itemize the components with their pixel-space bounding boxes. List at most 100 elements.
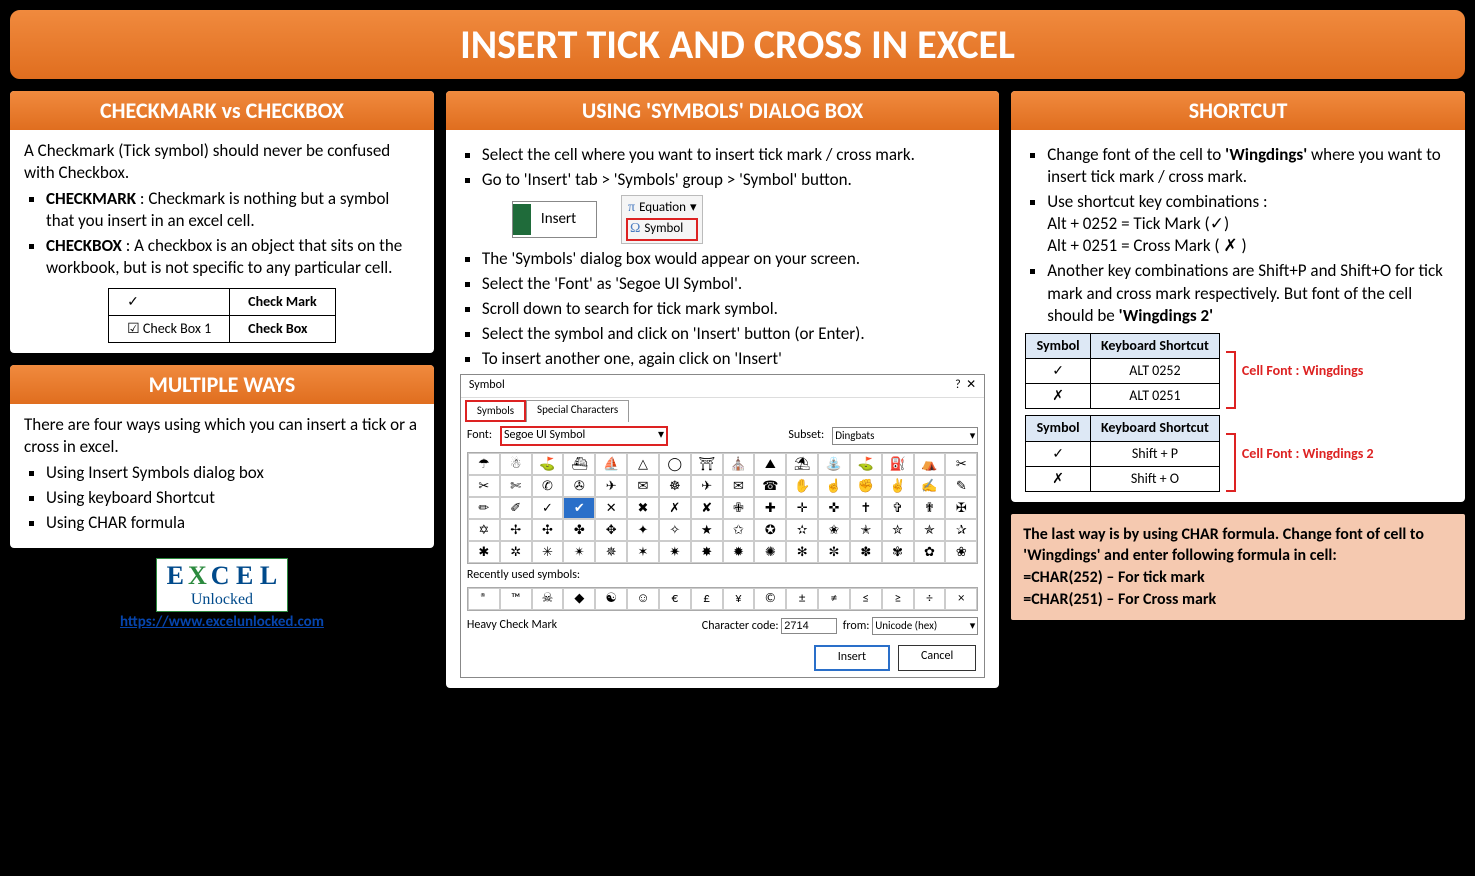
symbol-cell[interactable]: ✝ [850,497,882,519]
symbol-cell[interactable]: ✂ [468,475,500,497]
symbol-cell[interactable]: ✂ [945,453,977,475]
symbol-cell[interactable]: ✎ [945,475,977,497]
symbol-cell[interactable]: ✿ [914,541,946,563]
symbol-cell[interactable]: ⛩ [691,453,723,475]
symbol-cell[interactable]: ⛺ [914,453,946,475]
symbol-cell[interactable]: ✐ [500,497,532,519]
recent-symbol-cell[interactable]: ☠ [532,588,564,610]
symbol-cell[interactable]: ✙ [723,497,755,519]
cancel-button[interactable]: Cancel [898,645,976,671]
symbol-cell[interactable]: ✰ [945,519,977,541]
symbol-cell[interactable]: ✲ [500,541,532,563]
help-icon[interactable]: ? [955,378,961,392]
close-icon[interactable]: ✕ [966,378,976,392]
symbol-cell[interactable]: ✻ [786,541,818,563]
symbol-cell[interactable]: ✧ [659,519,691,541]
symbol-cell[interactable]: ✄ [500,475,532,497]
symbol-cell[interactable]: ✆ [532,475,564,497]
symbol-cell[interactable]: ✹ [723,541,755,563]
symbol-cell[interactable]: ✤ [563,519,595,541]
symbol-cell[interactable]: ☃ [500,453,532,475]
recent-symbol-cell[interactable]: ± [786,588,818,610]
recent-symbol-cell[interactable]: ≤ [850,588,882,610]
font-dropdown[interactable]: Segoe UI Symbol▾ [500,426,668,446]
symbol-cell[interactable]: ☂ [468,453,500,475]
symbol-cell[interactable]: ✺ [754,541,786,563]
symbol-cell[interactable]: ✢ [500,519,532,541]
symbol-cell[interactable]: ✇ [563,475,595,497]
symbol-cell[interactable]: ✩ [723,519,755,541]
ribbon-insert-tab[interactable]: Insert [512,201,597,239]
symbol-cell[interactable]: ✗ [659,497,691,519]
recent-symbol-cell[interactable]: ◆ [563,588,595,610]
symbol-cell[interactable]: ⛴ [563,453,595,475]
symbol-cell[interactable]: ⛳ [850,453,882,475]
symbol-cell[interactable]: ✈ [691,475,723,497]
symbol-cell[interactable]: ✊ [850,475,882,497]
recent-symbol-cell[interactable]: ≠ [818,588,850,610]
recent-symbol-cell[interactable]: × [945,588,977,610]
symbol-cell[interactable]: ✋ [786,475,818,497]
subset-dropdown[interactable]: Dingbats▾ [832,427,978,445]
tab-symbols[interactable]: Symbols [465,400,526,422]
recent-symbols[interactable]: ®™☠◆☯☺€£¥©±≠≤≥÷× [467,587,978,611]
symbol-cell[interactable]: ⛵ [595,453,627,475]
symbol-cell[interactable]: ✛ [786,497,818,519]
from-dropdown[interactable]: Unicode (hex)▾ [872,617,978,635]
symbol-cell[interactable]: ✼ [818,541,850,563]
symbol-cell[interactable]: ✟ [914,497,946,519]
symbol-cell[interactable]: ⛱ [786,453,818,475]
recent-symbol-cell[interactable]: € [659,588,691,610]
symbol-cell[interactable]: ✕ [595,497,627,519]
recent-symbol-cell[interactable]: ® [468,588,500,610]
symbol-cell[interactable]: ✷ [659,541,691,563]
symbol-cell[interactable]: ✬ [818,519,850,541]
symbol-grid[interactable]: ☂☃⛳⛴⛵△◯⛩⛪⛰⛱⛲⛳⛽⛺✂✂✄✆✇✈✉☸✈✉☎✋☝✊✌✍✎✏✐✓✔✕✖✗✘… [467,452,978,564]
symbol-cell[interactable]: ⛲ [818,453,850,475]
symbol-cell[interactable]: ✉ [723,475,755,497]
symbol-cell[interactable]: ◯ [659,453,691,475]
symbol-cell[interactable]: ✈ [595,475,627,497]
equation-button[interactable]: πEquation▾ [626,198,698,218]
symbol-cell[interactable]: ✓ [532,497,564,519]
symbol-cell[interactable]: ☎ [754,475,786,497]
symbol-cell[interactable]: ✌ [882,475,914,497]
recent-symbol-cell[interactable]: ≥ [882,588,914,610]
symbol-cell[interactable]: ✞ [882,497,914,519]
symbol-cell[interactable]: ✵ [595,541,627,563]
symbol-cell[interactable]: ☝ [818,475,850,497]
symbol-cell[interactable]: ✭ [850,519,882,541]
symbol-cell[interactable]: ✠ [945,497,977,519]
recent-symbol-cell[interactable]: ☯ [595,588,627,610]
symbol-button[interactable]: ΩSymbol [626,218,698,240]
symbol-cell[interactable]: ✉ [627,475,659,497]
recent-symbol-cell[interactable]: ☺ [627,588,659,610]
symbol-cell[interactable]: ✡ [468,519,500,541]
recent-symbol-cell[interactable]: ¥ [723,588,755,610]
symbol-cell[interactable]: ✦ [627,519,659,541]
symbol-cell[interactable]: ✴ [563,541,595,563]
symbol-cell[interactable]: ✔ [563,497,595,519]
symbol-cell[interactable]: ⛽ [882,453,914,475]
tab-special-characters[interactable]: Special Characters [526,400,629,422]
recent-symbol-cell[interactable]: £ [691,588,723,610]
insert-button[interactable]: Insert [814,645,890,671]
symbol-cell[interactable]: ⛪ [723,453,755,475]
symbol-cell[interactable]: ✽ [850,541,882,563]
symbol-cell[interactable]: ✮ [882,519,914,541]
symbol-cell[interactable]: ✜ [818,497,850,519]
symbol-cell[interactable]: ✶ [627,541,659,563]
symbol-cell[interactable]: ✾ [882,541,914,563]
symbol-cell[interactable]: ✣ [532,519,564,541]
symbol-cell[interactable]: ✱ [468,541,500,563]
symbol-cell[interactable]: ✳ [532,541,564,563]
symbol-cell[interactable]: ★ [691,519,723,541]
recent-symbol-cell[interactable]: © [754,588,786,610]
symbol-cell[interactable]: ✘ [691,497,723,519]
symbol-cell[interactable]: ✖ [627,497,659,519]
symbol-cell[interactable]: △ [627,453,659,475]
symbol-cell[interactable]: ✍ [914,475,946,497]
symbol-cell[interactable]: ✏ [468,497,500,519]
website-link[interactable]: https://www.excelunlocked.com [120,613,324,631]
symbol-cell[interactable]: ✸ [691,541,723,563]
